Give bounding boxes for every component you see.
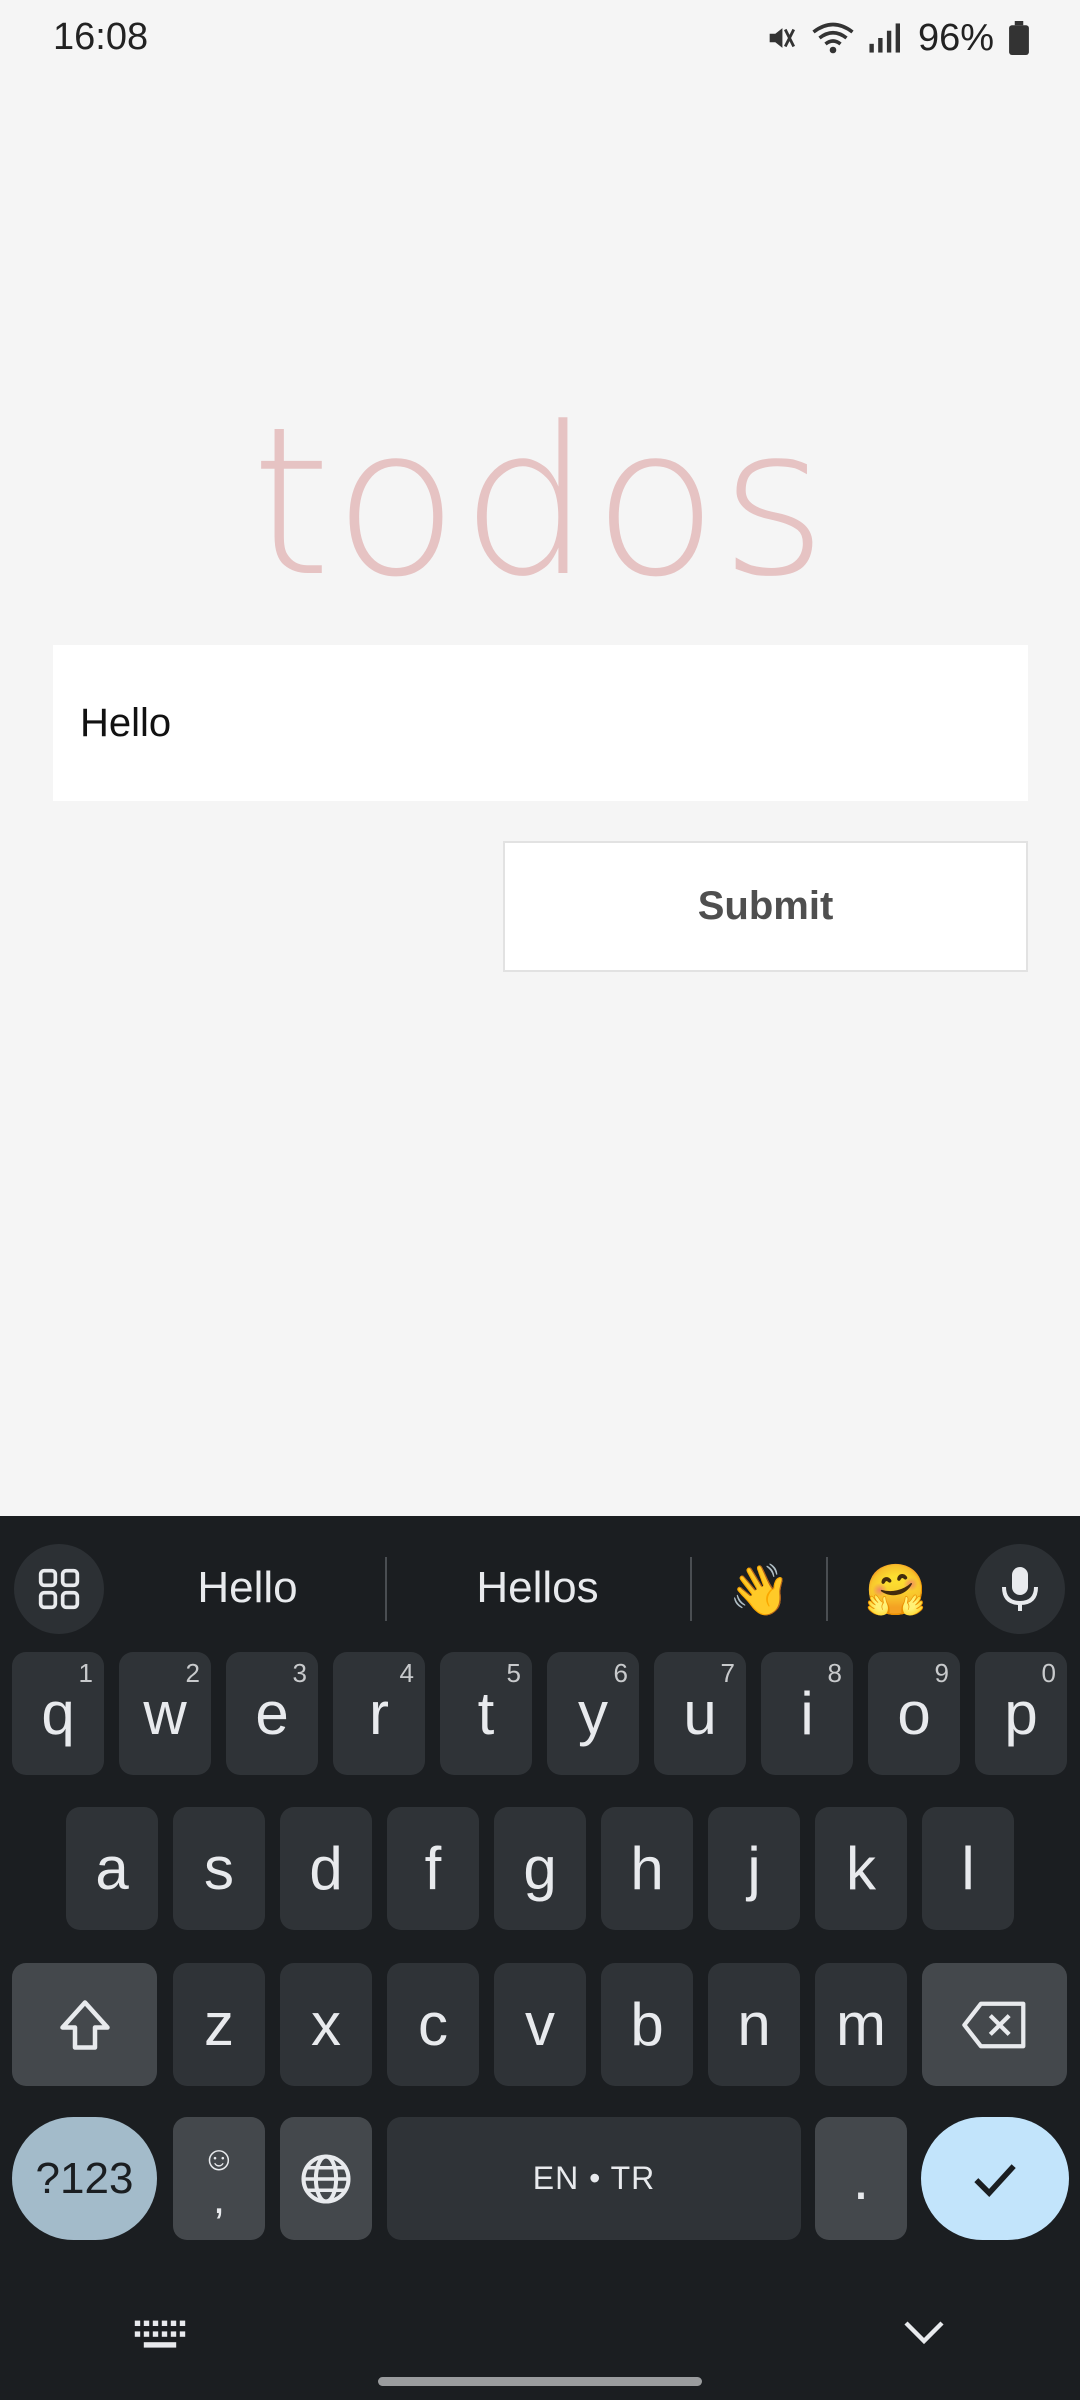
key-b[interactable]: b <box>601 1963 693 2086</box>
key-p[interactable]: p0 <box>975 1652 1067 1775</box>
key-l[interactable]: l <box>922 1807 1014 1930</box>
microphone-icon[interactable] <box>975 1544 1065 1634</box>
status-bar: 16:08 96% <box>0 0 1080 78</box>
shift-key[interactable] <box>12 1963 157 2086</box>
key-q[interactable]: q1 <box>12 1652 104 1775</box>
period-key[interactable]: . <box>815 2117 907 2240</box>
suggestion-1[interactable]: Hello <box>130 1552 365 1624</box>
status-time: 16:08 <box>53 16 149 58</box>
globe-icon <box>301 2153 351 2204</box>
key-u[interactable]: u7 <box>654 1652 746 1775</box>
key-s[interactable]: s <box>173 1807 265 1930</box>
enter-key[interactable] <box>921 2117 1069 2240</box>
suggestion-divider <box>826 1557 828 1621</box>
key-g[interactable]: g <box>494 1807 586 1930</box>
apps-grid-icon[interactable] <box>14 1544 104 1634</box>
checkmark-icon <box>974 2163 1016 2197</box>
key-m[interactable]: m <box>815 1963 907 2086</box>
key-y[interactable]: y6 <box>547 1652 639 1775</box>
key-h[interactable]: h <box>601 1807 693 1930</box>
suggestion-divider <box>690 1557 692 1621</box>
mute-icon <box>764 21 798 55</box>
comma-key[interactable]: ☺ , <box>173 2117 265 2240</box>
key-w[interactable]: w2 <box>119 1652 211 1775</box>
symbols-key[interactable]: ?123 <box>12 2117 157 2240</box>
suggestion-strip: Hello Hellos 👋 🤗 <box>0 1530 1080 1648</box>
key-a[interactable]: a <box>66 1807 158 1930</box>
language-key[interactable] <box>280 2117 372 2240</box>
navigation-bar <box>0 2280 1080 2400</box>
shift-icon <box>59 1999 110 2050</box>
key-r[interactable]: r4 <box>333 1652 425 1775</box>
key-e[interactable]: e3 <box>226 1652 318 1775</box>
signal-icon <box>868 21 900 55</box>
backspace-key[interactable] <box>922 1963 1067 2086</box>
key-x[interactable]: x <box>280 1963 372 2086</box>
suggestion-2[interactable]: Hellos <box>405 1552 670 1624</box>
battery-icon <box>1008 21 1030 55</box>
key-k[interactable]: k <box>815 1807 907 1930</box>
key-t[interactable]: t5 <box>440 1652 532 1775</box>
space-key[interactable]: EN • TR <box>387 2117 801 2240</box>
key-z[interactable]: z <box>173 1963 265 2086</box>
key-v[interactable]: v <box>494 1963 586 2086</box>
status-icons: 96% <box>764 14 1030 62</box>
battery-percent: 96% <box>917 16 994 59</box>
key-n[interactable]: n <box>708 1963 800 2086</box>
key-d[interactable]: d <box>280 1807 372 1930</box>
home-handle[interactable] <box>378 2377 702 2386</box>
emoji-suggestion-2[interactable]: 🤗 <box>856 1550 936 1630</box>
backspace-icon <box>961 2001 1025 2048</box>
keyboard: Hello Hellos 👋 🤗 q1 w2 e3 r4 t5 y6 u7 i8… <box>0 1516 1080 2400</box>
emoji-suggestion-1[interactable]: 👋 <box>720 1550 800 1630</box>
key-j[interactable]: j <box>708 1807 800 1930</box>
suggestion-divider <box>385 1557 387 1621</box>
key-f[interactable]: f <box>387 1807 479 1930</box>
keyboard-switch-icon[interactable] <box>133 2318 187 2357</box>
wifi-icon <box>812 21 854 55</box>
hide-keyboard-icon[interactable] <box>900 2316 948 2355</box>
emoji-icon: ☺ <box>201 2139 237 2178</box>
key-o[interactable]: o9 <box>868 1652 960 1775</box>
app-title: todos <box>250 384 830 622</box>
key-c[interactable]: c <box>387 1963 479 2086</box>
todo-input[interactable] <box>53 645 1028 801</box>
key-i[interactable]: i8 <box>761 1652 853 1775</box>
submit-button[interactable]: Submit <box>503 841 1028 972</box>
comma-label: , <box>212 2173 226 2223</box>
